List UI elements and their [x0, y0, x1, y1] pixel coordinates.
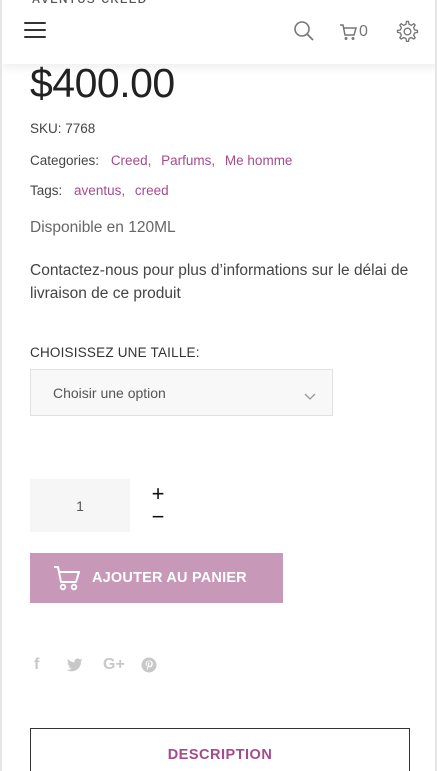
sku-label: SKU: — [30, 121, 62, 136]
size-select[interactable]: Choisir une option — [30, 369, 333, 416]
cart-icon — [52, 564, 82, 596]
category-link-parfums[interactable]: Parfums — [161, 153, 211, 168]
tags-row: Tags: aventus, creed — [30, 183, 169, 198]
clipped-product-title: ᴀᴠᴇɴᴛᴜs ᴄʀᴇᴇᴅ — [32, 0, 147, 8]
cart-icon[interactable] — [339, 23, 357, 46]
size-select-label: CHOISISSEZ UNE TAILLE: — [30, 345, 200, 360]
add-to-cart-label: AJOUTER AU PANIER — [92, 570, 247, 586]
categories-label: Categories: — [30, 153, 100, 168]
quantity-decrease-button[interactable]: − — [148, 506, 168, 528]
product-price: $400.00 — [30, 60, 175, 106]
sku-value: 7768 — [65, 121, 96, 136]
contact-note: Contactez-nous pour plus d’informations … — [30, 262, 409, 302]
tags-label: Tags: — [30, 183, 63, 198]
categories-row: Categories: Creed, Parfums, Me homme — [30, 153, 293, 168]
gear-icon[interactable] — [396, 20, 419, 48]
top-header: ᴀᴠᴇɴᴛᴜs ᴄʀᴇᴇᴅ 0 — [2, 0, 435, 64]
tab-description-label: DESCRIPTION — [167, 747, 273, 763]
tag-link-aventus[interactable]: aventus — [74, 183, 121, 198]
availability-text: Disponible en 120ML — [30, 219, 176, 236]
tab-description[interactable]: DESCRIPTION — [30, 728, 410, 771]
pinterest-icon[interactable] — [141, 657, 157, 678]
category-link-me-homme[interactable]: Me homme — [225, 153, 293, 168]
quantity-input[interactable] — [30, 479, 130, 532]
chevron-down-icon — [304, 388, 316, 406]
tag-link-creed[interactable]: creed — [135, 183, 169, 198]
facebook-icon[interactable]: f — [34, 656, 39, 674]
category-link-creed[interactable]: Creed — [111, 153, 148, 168]
twitter-icon[interactable] — [66, 658, 83, 677]
sku-row: SKU: 7768 — [30, 121, 95, 136]
search-icon[interactable] — [293, 20, 315, 47]
cart-count: 0 — [359, 23, 368, 40]
size-select-value: Choisir une option — [53, 385, 166, 401]
hamburger-menu-icon[interactable] — [24, 22, 46, 42]
quantity-increase-button[interactable]: + — [148, 483, 168, 505]
add-to-cart-button[interactable]: AJOUTER AU PANIER — [30, 553, 283, 603]
product-page: ᴀᴠᴇɴᴛᴜs ᴄʀᴇᴇᴅ 0 $400.00 SKU: 7768 Catego… — [0, 0, 437, 771]
google-plus-icon[interactable]: G+ — [103, 656, 125, 674]
